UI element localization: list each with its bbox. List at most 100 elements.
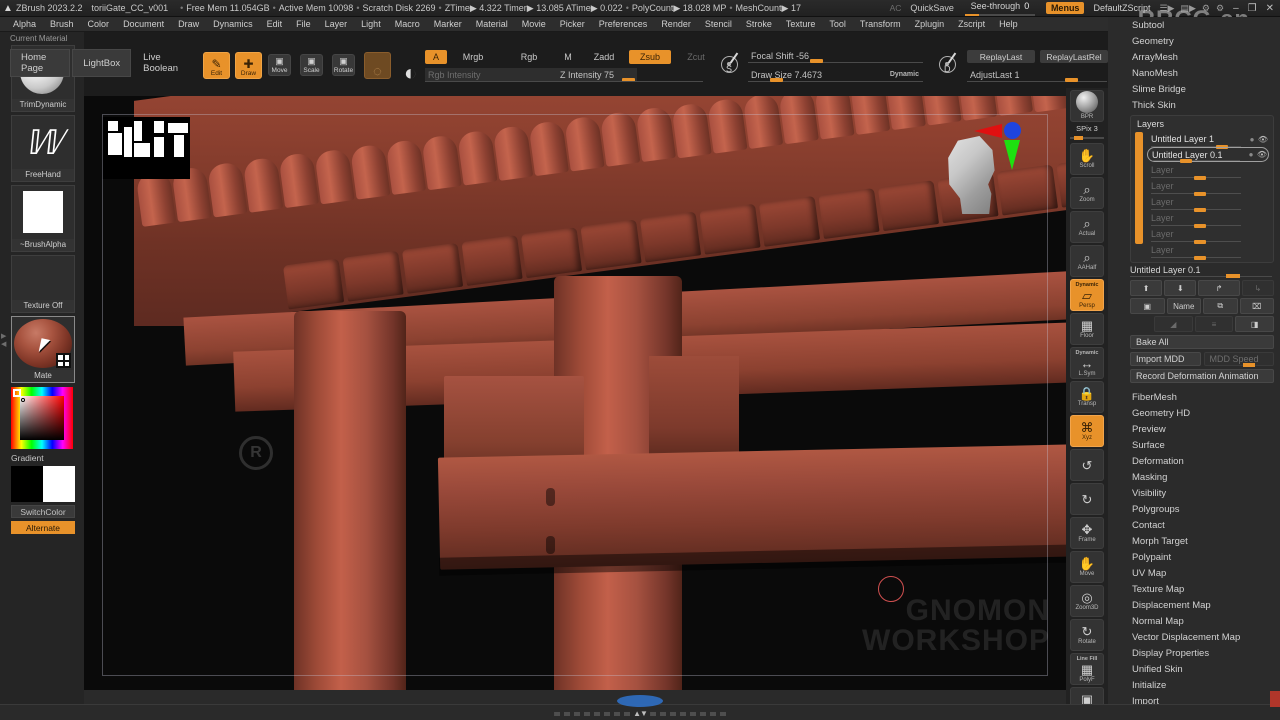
alpha-slot[interactable]: ~BrushAlpha [11,185,75,252]
menu-item-zscript[interactable]: Zscript [951,17,992,32]
mrgb-mode-button[interactable]: Mrgb [451,50,495,64]
material-grid-icon[interactable] [56,353,71,368]
layer-row[interactable]: Untitled Layer 0.1●👁 [1147,147,1269,162]
see-through-slider[interactable]: See-through 0 [963,1,1037,16]
tab-lightbox[interactable]: LightBox [72,49,131,77]
tool-menu-displacement-map[interactable]: Displacement Map [1108,597,1280,613]
layer-rename-button[interactable]: Name [1167,298,1202,314]
bake-all-button[interactable]: Bake All [1130,335,1274,349]
menu-item-draw[interactable]: Draw [171,17,206,32]
rotate-button[interactable]: ▣ Rotate [332,54,355,76]
rshelf-persp[interactable]: Dynamic▱Persp [1070,279,1104,311]
menu-item-dynamics[interactable]: Dynamics [206,17,260,32]
layer-delete-button[interactable]: ⌧ [1240,298,1275,314]
bottom-resize-handle[interactable]: ▲▼ [554,709,726,718]
tool-menu-slime-bridge[interactable]: Slime Bridge [1108,81,1280,97]
alpha-mode-button[interactable]: A [425,50,447,64]
replay-last-rel-button[interactable]: ReplayLastRel [1040,50,1108,63]
menu-item-color[interactable]: Color [81,17,117,32]
brush-preview-button[interactable]: ◌ [364,52,391,79]
menu-item-document[interactable]: Document [116,17,171,32]
rshelf-rotate[interactable]: ↻Rotate [1070,619,1104,651]
menu-item-layer[interactable]: Layer [318,17,355,32]
secondary-color-swatch[interactable] [43,466,75,502]
menu-item-material[interactable]: Material [469,17,515,32]
tool-menu-vector-displacement-map[interactable]: Vector Displacement Map [1108,629,1280,645]
rshelf-zoom[interactable]: ⌕Zoom [1070,177,1104,209]
stroke-slot-freehand[interactable]: 𝕎 FreeHand [11,115,75,182]
layer-bake-button[interactable]: ◢ [1154,316,1193,332]
rshelf-frame[interactable]: ✥Frame [1070,517,1104,549]
tool-menu-subtool[interactable]: Subtool [1108,17,1280,33]
zscript-label[interactable]: DefaultZScript [1093,3,1150,13]
material-slot[interactable]: Mate [11,316,75,383]
layer-row[interactable]: Layer [1147,194,1269,210]
import-mdd-button[interactable]: Import MDD [1130,352,1201,366]
menu-item-brush[interactable]: Brush [43,17,81,32]
layer-record-icon[interactable]: ● [1247,135,1257,144]
zsub-mode-button[interactable]: Zsub [629,50,671,64]
layer-merge-down-button[interactable]: ↱ [1198,280,1239,296]
mdd-speed-slider[interactable]: MDD Speed [1204,352,1275,366]
tool-menu-texture-map[interactable]: Texture Map [1108,581,1280,597]
z-intensity-slider[interactable]: Z Intensity 75 [545,68,705,82]
menu-item-texture[interactable]: Texture [779,17,823,32]
layer-move-down-button[interactable]: ⬇ [1164,280,1196,296]
tool-menu-masking[interactable]: Masking [1108,469,1280,485]
layer-export-button[interactable]: ◨ [1235,316,1274,332]
tool-menu-normal-map[interactable]: Normal Map [1108,613,1280,629]
menu-item-zplugin[interactable]: Zplugin [908,17,952,32]
tool-menu-polypaint[interactable]: Polypaint [1108,549,1280,565]
menu-item-edit[interactable]: Edit [260,17,290,32]
layer-split-button[interactable]: ↳ [1242,280,1274,296]
current-layer-row[interactable]: Untitled Layer 0.1 [1130,265,1274,278]
rshelf-aahalf[interactable]: ⌕AAHalf [1070,245,1104,277]
layer-flatten-button[interactable]: ≡ [1195,316,1234,332]
slider-large-icon[interactable]: ▤▶ [1180,3,1195,14]
tool-menu-deformation[interactable]: Deformation [1108,453,1280,469]
tool-menu-nanomesh[interactable]: NanoMesh [1108,65,1280,81]
rgb-mode-button[interactable]: Rgb [511,50,547,64]
rshelf-floor[interactable]: ▦Floor [1070,313,1104,345]
tool-menu-preview[interactable]: Preview [1108,421,1280,437]
rshelf-polyf[interactable]: Line Fill▦PolyF [1070,653,1104,685]
tool-menu-geometry-hd[interactable]: Geometry HD [1108,405,1280,421]
tool-menu-initialize[interactable]: Initialize [1108,677,1280,693]
rshelf-transp[interactable]: 🔒Transp [1070,381,1104,413]
draw-size-slider[interactable]: Draw Size 7.4673 Dynamic [748,68,923,82]
menu-item-preferences[interactable]: Preferences [592,17,655,32]
rshelf-zoom3d[interactable]: ◎Zoom3D [1070,585,1104,617]
layer-new-button[interactable]: ▣ [1130,298,1165,314]
record-deformation-button[interactable]: Record Deformation Animation [1130,369,1274,383]
layer-record-icon[interactable]: ● [1246,150,1256,159]
tool-menu-unified-skin[interactable]: Unified Skin [1108,661,1280,677]
focal-shift-slider[interactable]: Focal Shift -56 [748,49,923,63]
dynamic-mode-icon[interactable]: D [938,52,964,78]
viewport-canvas[interactable]: R R RRCG 人人素材 GNOMON WORKSHOP [84,96,1066,690]
draw-button[interactable]: ✚ Draw [235,52,262,79]
replay-last-button[interactable]: ReplayLast [967,50,1035,63]
rshelf-rotate-cw-icon[interactable]: ↻ [1070,483,1104,515]
menu-item-marker[interactable]: Marker [427,17,469,32]
tab-home-page[interactable]: Home Page [10,49,70,77]
edit-button[interactable]: ✎ Edit [203,52,230,79]
switch-color-button[interactable]: SwitchColor [11,505,75,518]
zcut-mode-button[interactable]: Zcut [679,50,713,64]
tool-menu-arraymesh[interactable]: ArrayMesh [1108,49,1280,65]
maximize-button[interactable]: ❐ [1248,3,1257,14]
tool-menu-morph-target[interactable]: Morph Target [1108,533,1280,549]
stroke-mode-icon[interactable]: S [720,52,746,78]
layer-row[interactable]: Layer [1147,210,1269,226]
menu-item-stencil[interactable]: Stencil [698,17,739,32]
tab-live-boolean[interactable]: Live Boolean [133,49,195,77]
orientation-head-gizmo[interactable] [946,114,1036,219]
tool-menu-visibility[interactable]: Visibility [1108,485,1280,501]
layer-row[interactable]: Layer [1147,226,1269,242]
layer-visibility-eye-icon[interactable]: 👁 [1256,150,1268,159]
layer-intensity-slider[interactable] [1151,257,1241,258]
material-preview-button[interactable]: ◐ [397,52,424,79]
layer-row[interactable]: Layer [1147,162,1269,178]
tool-menu-contact[interactable]: Contact [1108,517,1280,533]
left-shelf-scroll-arrows[interactable]: ▶◀ [1,332,9,348]
rshelf-rotate-ccw-icon[interactable]: ↺ [1070,449,1104,481]
